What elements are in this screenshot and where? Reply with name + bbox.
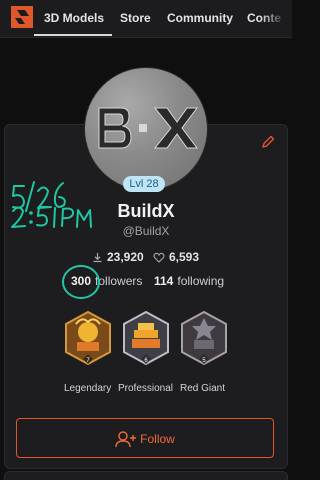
avatar[interactable] [85,68,207,190]
downloads-count: 23,920 [107,250,144,264]
avatar-logo-icon [98,107,198,149]
downloads-stat: 23,920 [92,250,144,264]
following-count: 114 [154,274,174,288]
likes-count: 6,593 [169,250,200,264]
follow-button[interactable]: Follow [16,418,274,458]
legendary-badge-icon[interactable]: 7 [62,310,114,366]
nav-3d-models[interactable]: 3D Models [33,11,113,36]
nav-store[interactable]: Store [120,11,151,25]
logo-icon[interactable] [11,6,33,28]
level-badge: Lvl 28 [123,176,165,192]
nav-fade [260,0,292,37]
follow-label: Follow [140,432,175,446]
badge-label-professional: Professional [118,383,174,394]
profile-name: BuildX [117,201,175,221]
followers-count: 300 [71,274,92,288]
edit-pencil-icon[interactable] [260,134,276,150]
professional-badge-icon[interactable]: 6 [120,310,172,366]
profile-handle: @BuildX [122,224,170,238]
red-giant-badge-icon[interactable]: 5 [178,310,230,366]
badge-label-legendary: Legendary [64,383,112,394]
top-nav: 3D Models Store Community Conte [0,0,292,38]
following-link[interactable]: 114 following [154,274,224,288]
heart-icon [153,252,165,263]
following-label: following [177,274,225,288]
followers-label: followers [95,274,143,288]
download-icon [93,253,102,263]
nav-community[interactable]: Community [167,11,233,25]
next-card [4,471,288,480]
badge-label-red-giant: Red Giant [180,383,226,394]
add-user-icon [115,431,137,448]
followers-link[interactable]: 300 followers [71,274,142,288]
likes-stat: 6,593 [153,250,199,264]
